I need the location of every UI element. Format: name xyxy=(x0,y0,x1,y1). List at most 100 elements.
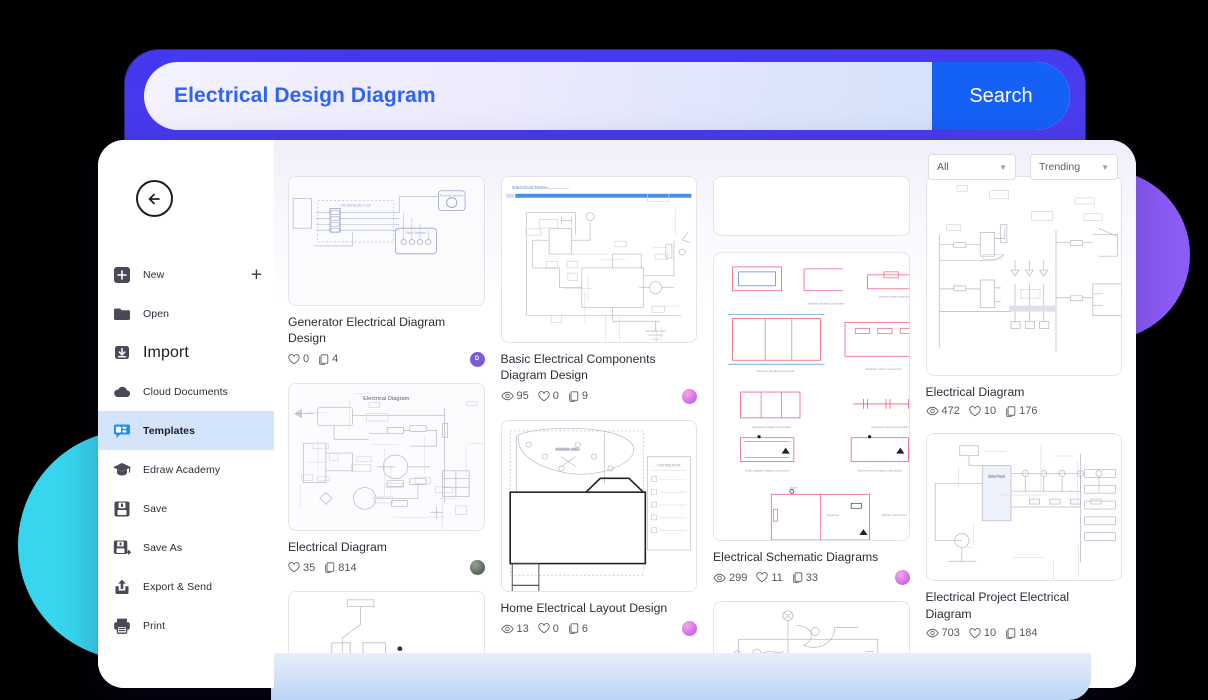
sidebar-item-cloud-documents[interactable]: Cloud Documents xyxy=(98,372,274,411)
author-avatar[interactable]: D xyxy=(469,351,485,367)
copies-count: 33 xyxy=(805,571,819,584)
likes-icon xyxy=(969,406,981,417)
likes-count: 35 xyxy=(303,561,316,574)
sidebar-item-label: Import xyxy=(143,343,189,361)
chevron-down-icon: ▼ xyxy=(1101,162,1109,172)
sidebar-item-open[interactable]: Open xyxy=(98,294,274,333)
likes-icon xyxy=(756,572,768,583)
sidebar: New + Open Import Cloud Documents Templates… xyxy=(98,140,274,688)
svg-text:Electrical Diagram: Electrical Diagram xyxy=(363,396,410,402)
sidebar-item-label: Export & Send xyxy=(143,580,213,593)
copies-stat: 176 xyxy=(1005,405,1037,417)
template-thumbnail[interactable]: PARKING AREA DISTRIBUTION xyxy=(500,419,697,592)
svg-text:Battery series connection: Battery series connection xyxy=(879,295,908,299)
template-card[interactable]: Battery parallel connection Battery seri… xyxy=(713,252,910,586)
template-thumbnail[interactable] xyxy=(925,176,1122,376)
likes-stat: 10 xyxy=(969,405,996,417)
thumbnail-artwork: Electrical Demo xyxy=(501,177,696,342)
category-filter[interactable]: All ▼ xyxy=(928,154,1016,180)
template-grid: Lift Distribution Unit Floor Selector Ru… xyxy=(274,176,1136,688)
template-card[interactable]: PARKING AREA DISTRIBUTION Home Electrica… xyxy=(500,419,697,637)
template-card[interactable]: Electrical Demo Basic Electrical Compone… xyxy=(500,176,697,404)
sidebar-item-import[interactable]: Import xyxy=(98,333,274,372)
copies-stat: 33 xyxy=(792,572,818,584)
svg-text:Resistor parallel connection: Resistor parallel connection xyxy=(757,369,795,373)
sort-filter-value: Trending xyxy=(1039,161,1081,173)
app-window: New + Open Import Cloud Documents Templates… xyxy=(98,140,1136,688)
new-document-plus-icon[interactable]: + xyxy=(251,265,262,284)
likes-count: 10 xyxy=(983,405,997,418)
template-thumbnail[interactable]: Lift Distribution Unit Floor Selector Ru… xyxy=(288,176,485,306)
save-icon xyxy=(114,501,130,516)
copies-count: 184 xyxy=(1019,627,1038,640)
views-stat: 13 xyxy=(500,623,529,635)
copies-count: 176 xyxy=(1019,405,1038,418)
chevron-down-icon: ▼ xyxy=(999,162,1007,172)
copies-stat: 814 xyxy=(324,562,357,574)
sidebar-item-templates[interactable]: Templates xyxy=(98,411,274,450)
thumbnail-artwork xyxy=(714,177,909,235)
sidebar-item-edraw-academy[interactable]: Edraw Academy xyxy=(98,450,274,489)
sidebar-nav-list: New + Open Import Cloud Documents Templates… xyxy=(98,255,274,645)
sidebar-item-save[interactable]: Save xyxy=(98,489,274,528)
svg-text:Floor Selector: Floor Selector xyxy=(406,231,427,235)
template-thumbnail[interactable]: Electrical Diagram xyxy=(288,382,485,531)
template-card[interactable]: Lift Distribution Unit Floor Selector Ru… xyxy=(288,176,485,367)
svg-text:Main Panel: Main Panel xyxy=(988,475,1005,479)
author-avatar[interactable] xyxy=(682,621,697,637)
template-card[interactable]: Main Panel Electrical Project Electrical… xyxy=(925,433,1122,640)
svg-text:Resistor series connection: Resistor series connection xyxy=(866,367,902,371)
views-icon xyxy=(500,392,514,401)
likes-stat: 0 xyxy=(538,390,559,402)
template-title: Generator Electrical Diagram Design xyxy=(288,315,446,346)
template-stats: 299 11 33 xyxy=(713,570,910,586)
template-title: Home Electrical Layout Design xyxy=(500,600,668,615)
printer-icon xyxy=(114,618,130,634)
author-avatar[interactable] xyxy=(682,388,697,404)
sidebar-item-new[interactable]: New + xyxy=(98,255,274,294)
templates-icon xyxy=(114,424,130,438)
svg-text:Capacitor: Capacitor xyxy=(826,513,839,517)
template-thumbnail[interactable]: Main Panel xyxy=(925,433,1122,582)
views-icon xyxy=(713,573,726,583)
template-gallery: All ▼ Trending ▼ Lift Distribution Unit F… xyxy=(274,140,1136,688)
template-card[interactable]: Electrical Diagram 472 10 176 xyxy=(925,176,1122,418)
svg-text:Running Machine: Running Machine xyxy=(440,194,464,198)
copies-count: 6 xyxy=(581,622,588,635)
save-as-icon xyxy=(113,540,131,555)
author-avatar[interactable] xyxy=(469,560,485,576)
screenshot-stage: Search New + Open Import Cloud Documents xyxy=(0,0,1208,700)
graduation-cap-icon xyxy=(113,462,131,475)
sort-filter[interactable]: Trending ▼ xyxy=(1030,154,1118,180)
sidebar-item-label: Save xyxy=(143,502,168,515)
sidebar-item-label: Templates xyxy=(143,424,196,437)
sidebar-item-label: Print xyxy=(143,619,166,632)
template-thumbnail[interactable]: Electrical Demo xyxy=(500,176,697,343)
back-button[interactable] xyxy=(136,180,173,217)
search-input[interactable] xyxy=(144,62,932,130)
sidebar-item-label: Save As xyxy=(143,541,183,554)
template-stats: 35 814 xyxy=(288,560,485,576)
template-thumbnail[interactable]: Battery parallel connection Battery seri… xyxy=(713,252,910,541)
svg-text:Diode reverse biased connectio: Diode reverse biased connection xyxy=(858,469,903,473)
template-title: Electrical Schematic Diagrams xyxy=(713,550,879,564)
copies-icon xyxy=(793,572,803,584)
views-count: 299 xyxy=(729,571,748,584)
likes-icon xyxy=(969,627,981,639)
template-card[interactable] xyxy=(713,176,910,236)
author-avatar[interactable] xyxy=(894,570,910,586)
svg-text:Diode: Diode xyxy=(790,485,798,489)
template-stats: 95 0 9 xyxy=(500,388,697,404)
sidebar-item-export-send[interactable]: Export & Send xyxy=(98,567,274,606)
sidebar-item-print[interactable]: Print xyxy=(98,606,274,645)
sidebar-item-save-as[interactable]: Save As xyxy=(98,528,274,567)
copies-stat: 9 xyxy=(568,390,588,402)
template-thumbnail[interactable] xyxy=(713,176,910,236)
thumbnail-artwork: Battery parallel connection Battery seri… xyxy=(714,253,909,540)
svg-text:Lift Distribution Unit: Lift Distribution Unit xyxy=(340,204,370,208)
search-button[interactable]: Search xyxy=(932,62,1070,130)
export-icon xyxy=(115,579,129,594)
copies-icon xyxy=(325,562,335,574)
template-card[interactable]: Electrical Diagram Electrical Diagram 35… xyxy=(288,382,485,576)
likes-count: 0 xyxy=(552,622,559,635)
